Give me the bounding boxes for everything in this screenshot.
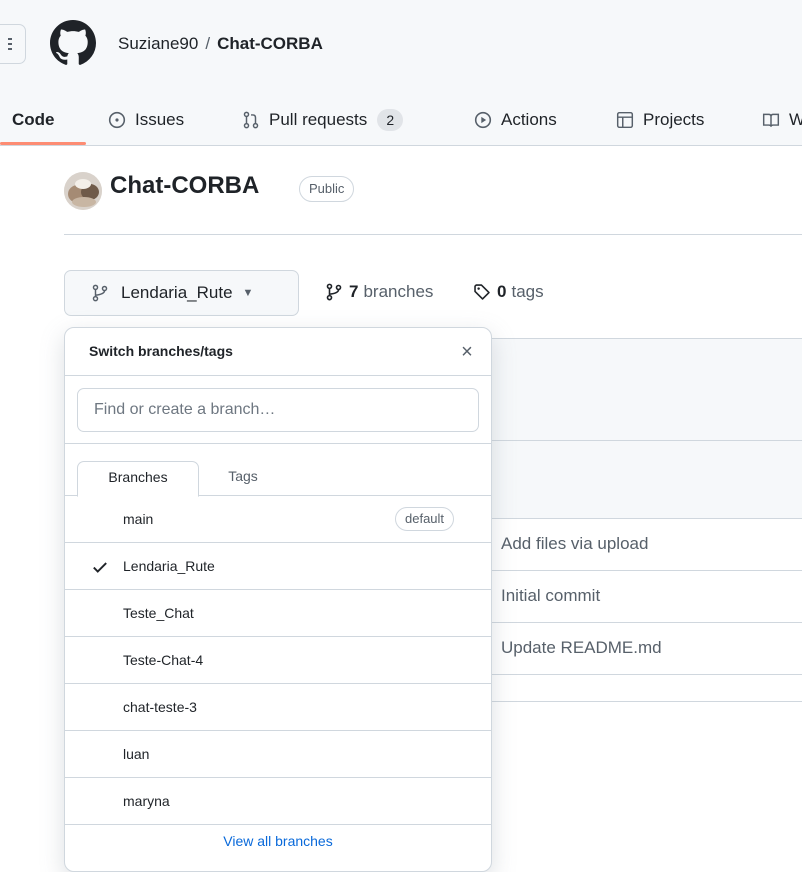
branch-item-main[interactable]: main default [65,496,491,543]
branches-count: 7 [349,282,359,301]
book-icon [762,113,780,127]
pull-request-icon [243,111,259,129]
tag-icon [474,284,490,300]
check-icon [93,562,107,573]
tab-label: Pull requests [269,110,368,129]
branch-name: main [123,511,154,527]
branch-name: Lendaria_Rute [123,558,215,574]
branch-name: luan [123,746,150,762]
branch-select-button[interactable]: Lendaria_Rute ▼ [64,270,299,316]
menu-icon [8,38,12,40]
tab-projects[interactable]: Projects [616,94,704,146]
branch-name: Teste_Chat [123,605,194,621]
branch-item-teste-chat-4[interactable]: Teste-Chat-4 [65,637,491,684]
tags-link[interactable]: 0 tags [473,282,544,302]
tab-pull-requests[interactable]: Pull requests 2 [242,94,404,146]
branch-dropdown: Switch branches/tags × Branches Tags mai… [64,327,492,872]
tags-label: tags [511,282,544,301]
branches-link[interactable]: 7 branches [325,282,433,302]
divider [64,234,802,235]
dropdown-header: Switch branches/tags × [65,328,491,376]
tab-wiki[interactable]: W [762,94,802,146]
commit-message[interactable]: Initial commit [501,586,600,606]
branch-icon [92,284,108,302]
branch-name: chat-teste-3 [123,699,197,715]
search-section [65,376,491,444]
commit-message[interactable]: Add files via upload [501,534,648,554]
tab-branches[interactable]: Branches [77,461,199,497]
branches-label: branches [363,282,434,301]
owner-avatar[interactable] [64,172,102,210]
repo-title[interactable]: Chat-CORBA [110,172,259,200]
branch-name: Teste-Chat-4 [123,652,204,668]
issue-icon [108,111,126,129]
breadcrumb: Suziane90 / Chat-CORBA [118,34,323,54]
dropdown-tabs: Branches Tags [65,444,491,497]
dropdown-title: Switch branches/tags [89,343,233,359]
github-logo-icon[interactable] [50,20,96,66]
avatar-image [64,172,102,210]
current-branch: Lendaria_Rute [121,283,233,302]
github-repo-page: Suziane90 / Chat-CORBA Code Issues Pull re… [0,0,802,872]
caret-down-icon: ▼ [242,287,254,299]
tab-tags[interactable]: Tags [213,461,273,497]
tab-label: Actions [501,110,557,129]
repo-link[interactable]: Chat-CORBA [217,34,323,53]
branch-item-teste-chat[interactable]: Teste_Chat [65,590,491,637]
branch-name: maryna [123,793,170,809]
branch-icon [326,283,342,301]
branch-search-input[interactable] [77,388,479,432]
tab-label: Projects [643,110,705,129]
table-icon [616,111,634,129]
branch-item-maryna[interactable]: maryna [65,778,491,825]
tab-issues[interactable]: Issues [108,94,184,146]
branch-item-chat-teste-3[interactable]: chat-teste-3 [65,684,491,731]
menu-button[interactable] [0,24,26,64]
close-icon[interactable]: × [455,340,479,364]
active-tab-indicator [0,142,86,145]
breadcrumb-separator: / [205,34,211,53]
tab-code[interactable]: Code [0,94,55,146]
visibility-badge: Public [299,176,355,202]
tab-label: Issues [135,110,185,129]
commit-message[interactable]: Update README.md [501,638,662,658]
play-icon [474,111,492,129]
tab-actions[interactable]: Actions [474,94,557,146]
tags-count: 0 [497,282,507,301]
pull-requests-count: 2 [377,109,404,131]
owner-link[interactable]: Suziane90 [118,34,198,53]
default-badge: default [395,507,455,531]
tab-label: Code [12,110,55,129]
tab-label: W [789,110,802,129]
dropdown-footer: View all branches [65,823,491,871]
branch-item-lendaria-rute[interactable]: Lendaria_Rute [65,543,491,590]
view-all-branches-link[interactable]: View all branches [223,833,332,849]
branch-item-luan[interactable]: luan [65,731,491,778]
